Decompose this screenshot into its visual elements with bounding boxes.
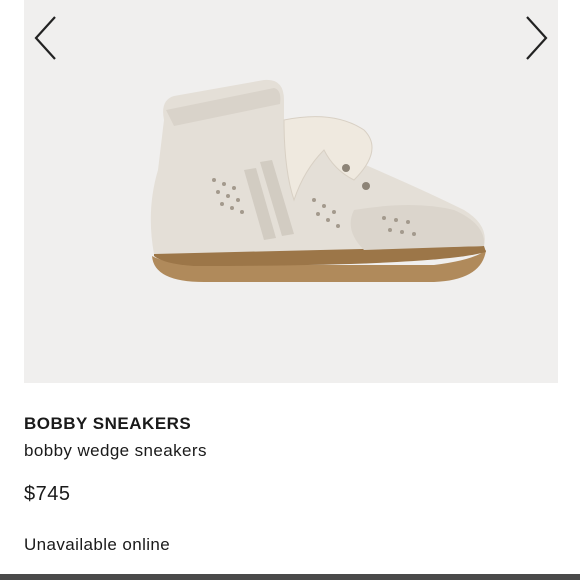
availability-status: Unavailable online [24,535,171,554]
product-name: bobby wedge sneakers [24,441,207,460]
bottom-bar [0,574,580,580]
previous-image-button[interactable] [24,10,68,66]
chevron-right-icon [526,16,548,60]
next-image-button[interactable] [514,10,558,66]
chevron-left-icon [34,16,56,60]
product-price: $745 [24,483,71,505]
product-image-gallery[interactable] [24,0,558,383]
product-brand: BOBBY SNEAKERS [24,414,192,433]
product-image [150,79,486,282]
